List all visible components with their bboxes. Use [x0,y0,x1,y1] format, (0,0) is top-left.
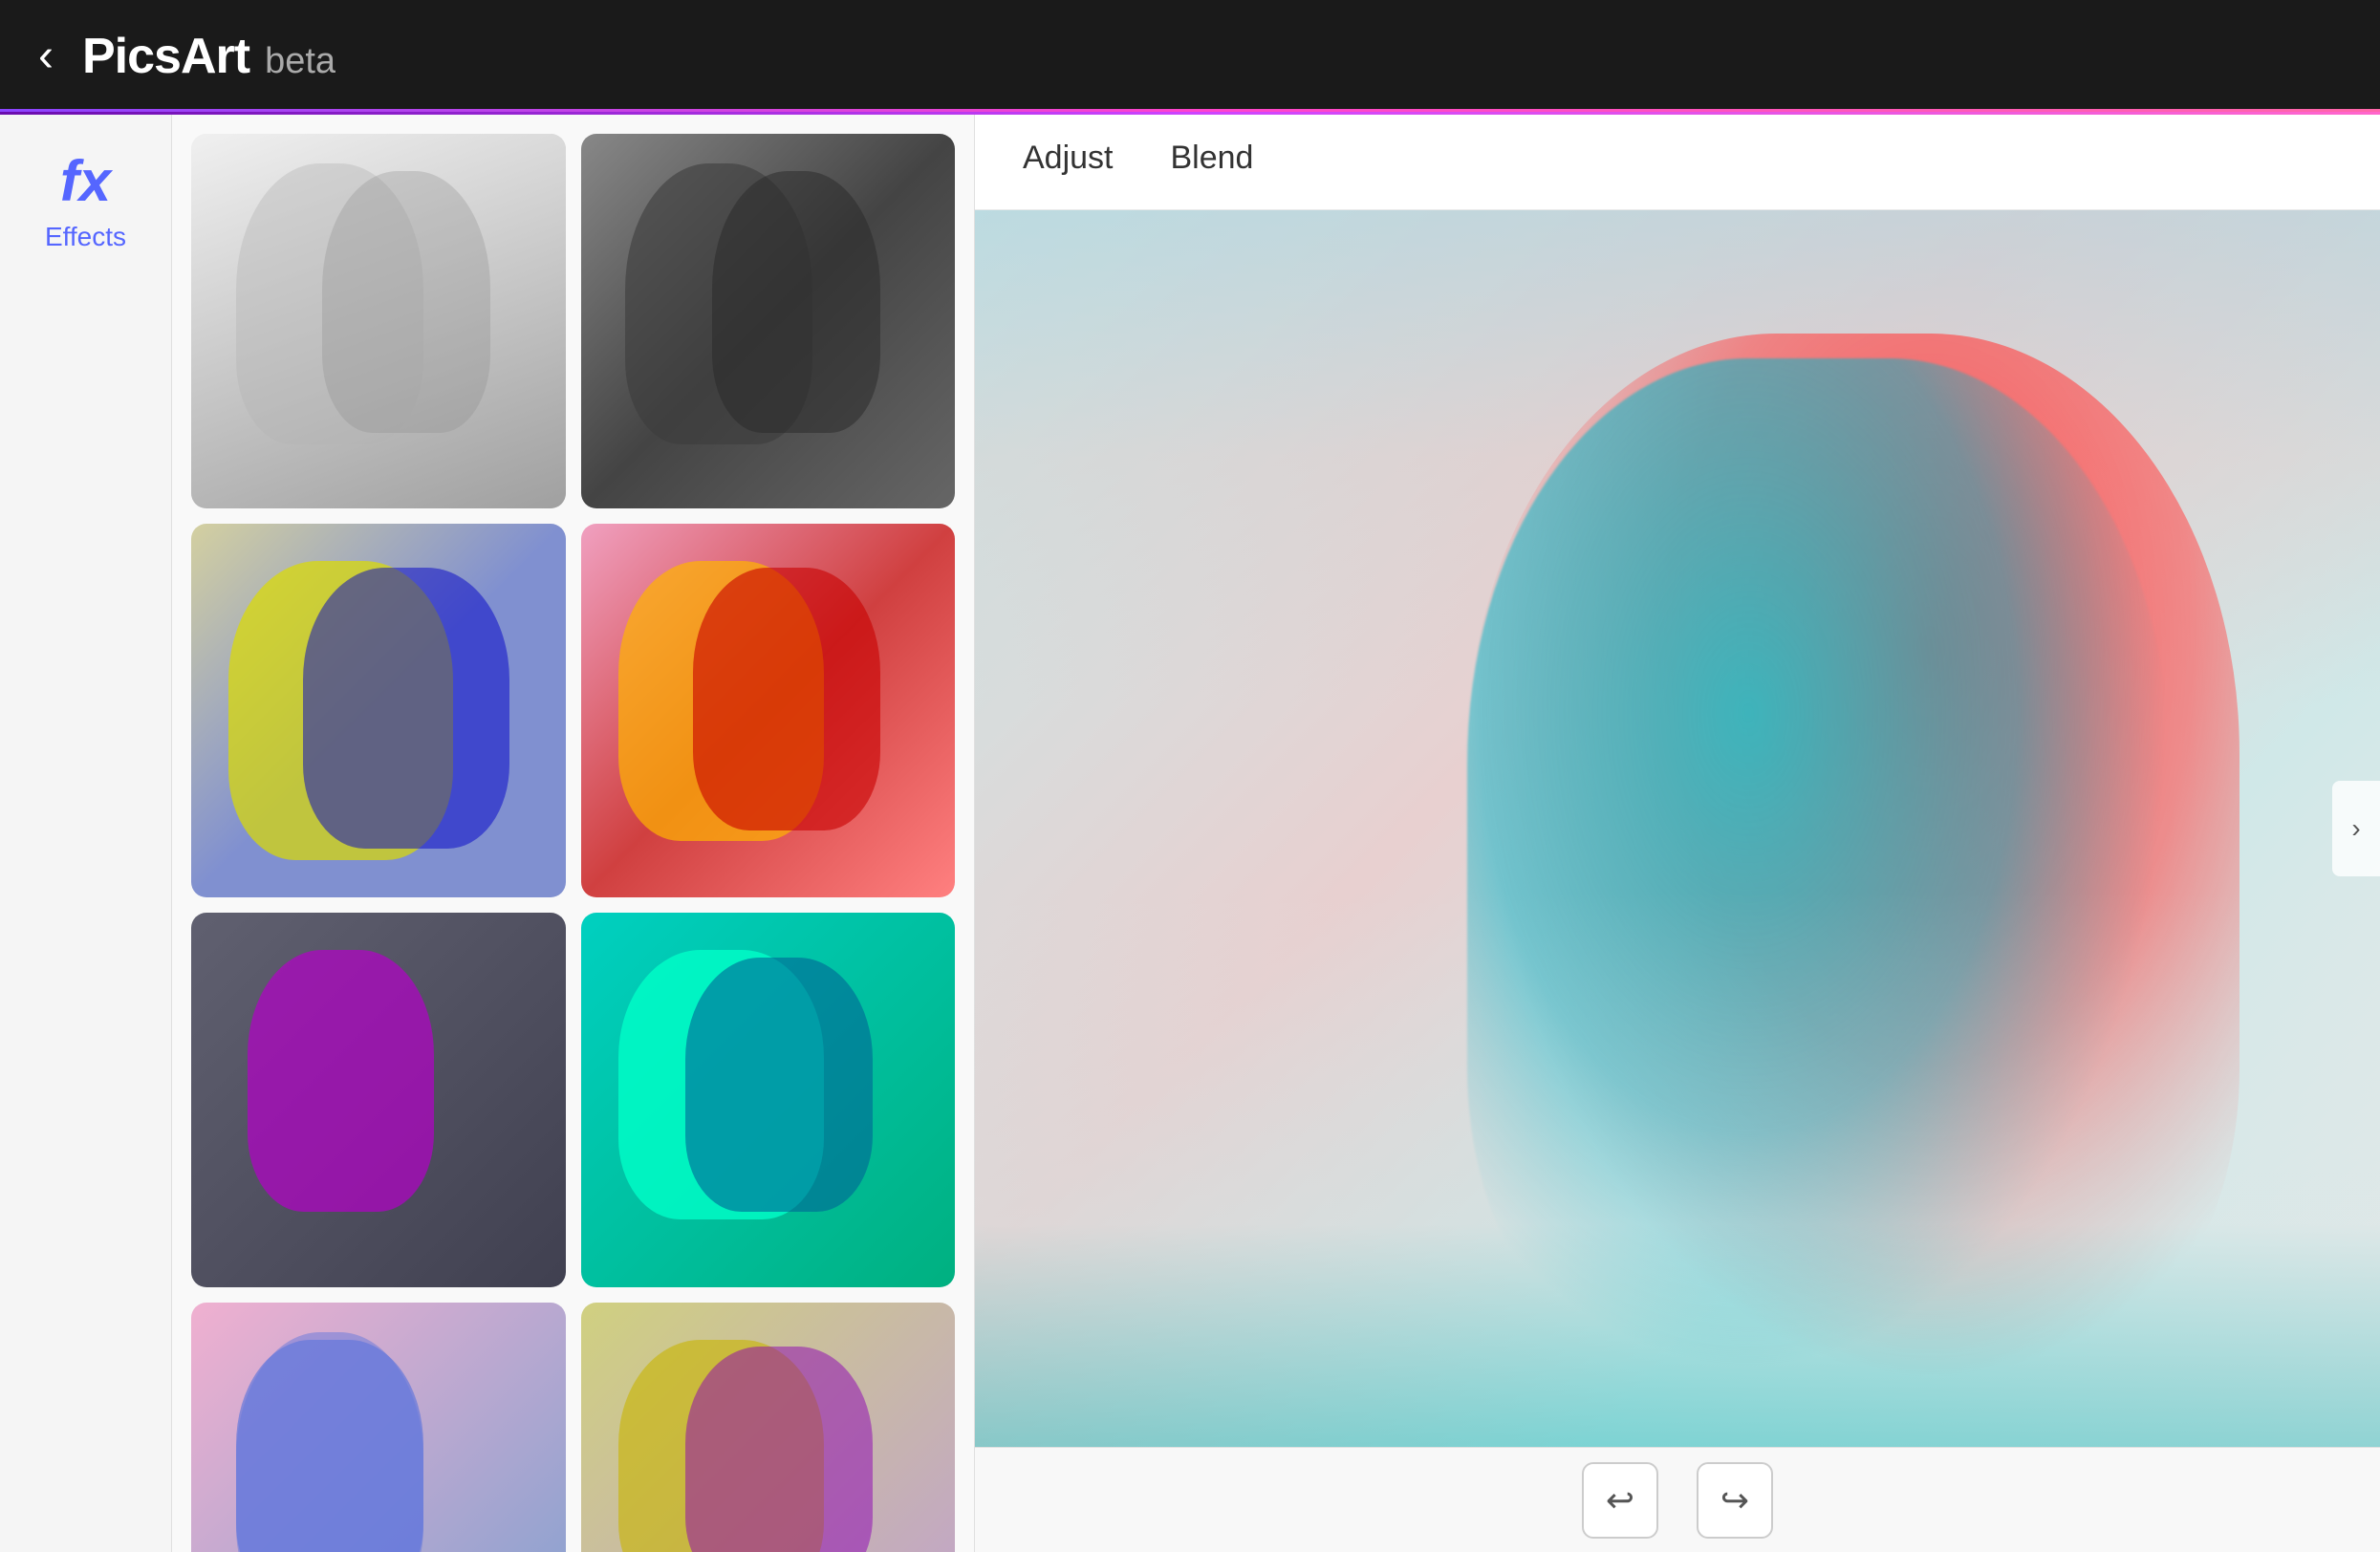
main-preview-image [975,210,2380,1447]
filter-grid [191,134,955,1552]
back-button[interactable]: ‹ [38,33,54,79]
content-toolbar: Adjust Blend [975,115,2380,210]
filter-thumb-original[interactable] [191,134,566,508]
filter-thumb-pink-red[interactable] [581,524,956,898]
canvas-area: › [975,210,2380,1447]
right-collapse-arrow[interactable]: › [2332,781,2380,876]
filter-thumb-yellow-purple[interactable] [581,1303,956,1552]
flowers-overlay [975,891,2380,1447]
sidebar: fx Effects [0,115,172,1552]
bottom-toolbar: ↩ ↪ [975,1447,2380,1552]
app-header: ‹ PicsArt beta [0,0,2380,115]
logo-text: PicsArt [82,28,249,85]
content-area: Adjust Blend › ↩ ↪ [975,115,2380,1552]
filter-thumb-gray-purple[interactable] [191,913,566,1287]
app-logo: PicsArt beta [82,28,335,85]
redo-button[interactable]: ↪ [1697,1462,1773,1539]
filter-thumb-yellow-blue[interactable] [191,524,566,898]
fx-icon[interactable]: fx [60,153,111,210]
filter-thumb-bw[interactable] [581,134,956,508]
undo-button[interactable]: ↩ [1582,1462,1658,1539]
tab-blend[interactable]: Blend [1171,140,1254,184]
tab-adjust[interactable]: Adjust [1023,140,1114,184]
filter-panel: ‹ [172,115,975,1552]
logo-beta: beta [265,41,335,82]
filter-thumb-cyan-green[interactable] [581,913,956,1287]
filter-thumb-pink-blue[interactable] [191,1303,566,1552]
main-container: fx Effects [0,115,2380,1552]
effects-label[interactable]: Effects [45,222,126,252]
